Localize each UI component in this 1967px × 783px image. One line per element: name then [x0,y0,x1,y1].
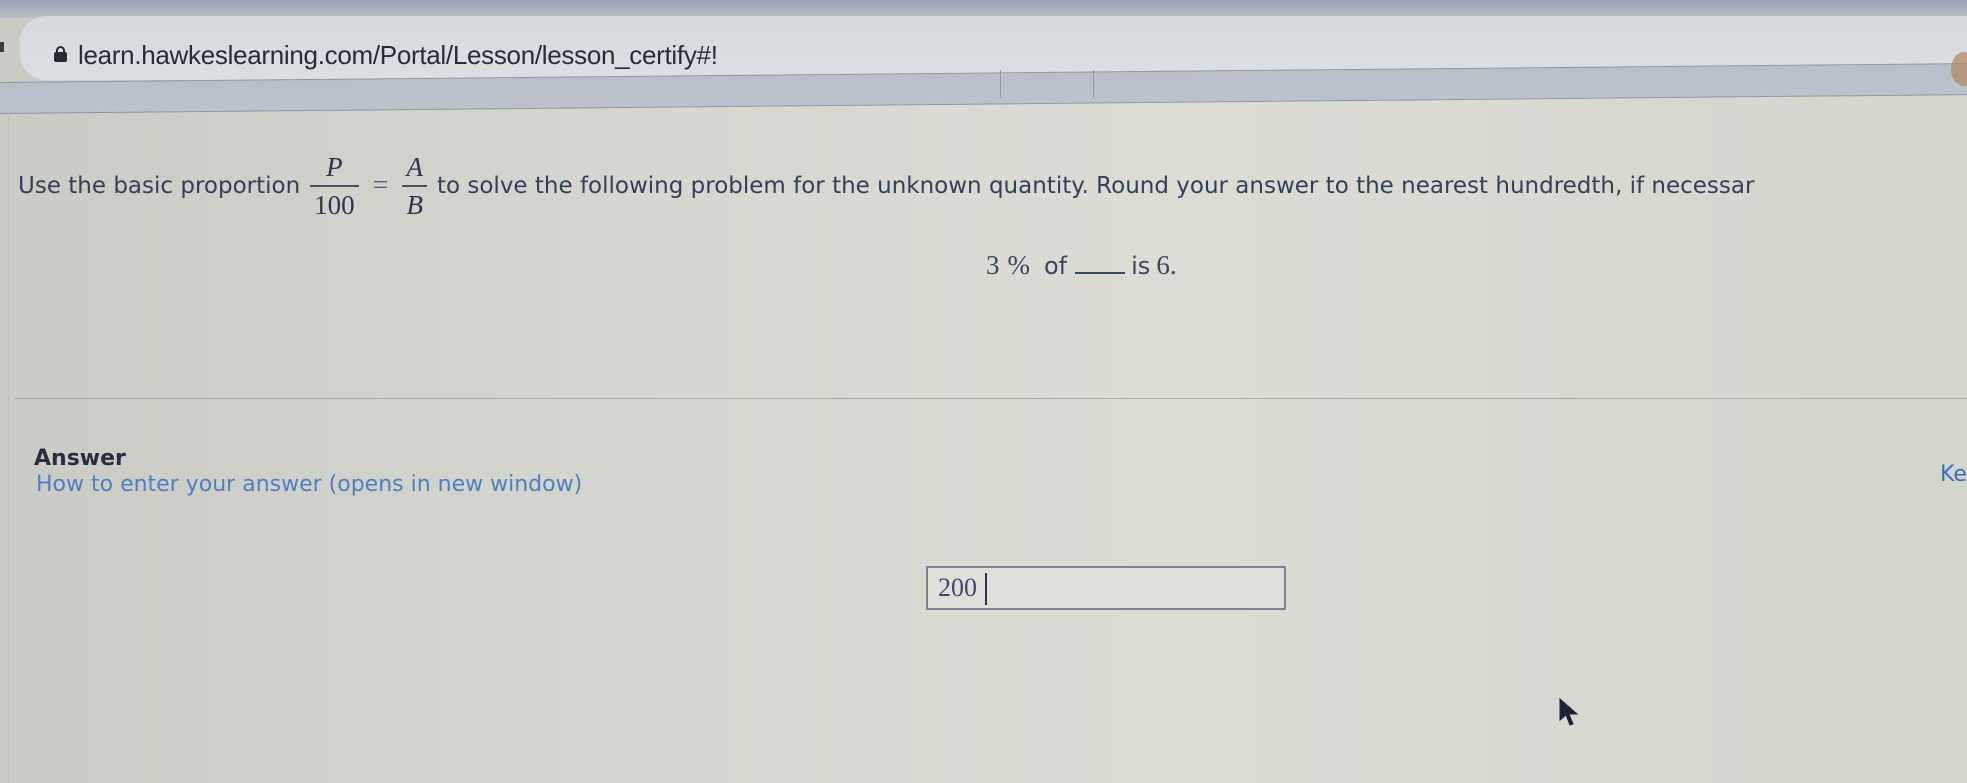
question-instructions: Use the basic proportion P 100 = A B to … [18,152,1754,220]
percent-sign: % [1007,250,1031,280]
url-text[interactable]: learn.hawkeslearning.com/Portal/Lesson/l… [78,40,718,71]
unknown-blank [1075,271,1126,274]
is-word: is [1131,252,1151,280]
bookmarks-divider [1093,70,1094,98]
content-left-border [8,112,9,783]
answer-input[interactable] [926,566,1286,610]
fraction-numerator: A [406,152,423,182]
equals-sign: = [372,170,389,201]
how-to-enter-answer-link[interactable]: How to enter your answer (opens in new w… [36,472,582,497]
of-word: of [1044,252,1068,280]
screen: learn.hawkeslearning.com/Portal/Lesson/l… [0,0,1967,783]
fraction-bar [402,185,427,187]
percent-value: 3 [986,250,1000,280]
lock-icon[interactable] [54,46,67,62]
answer-heading: Answer [34,446,126,471]
fraction-numerator: P [326,152,343,182]
mouse-pointer-icon [1559,698,1579,726]
bookmarks-divider [1000,70,1001,98]
fraction-a-over-b: A B [402,152,427,220]
window-edge-mark [0,42,4,52]
section-divider [14,398,1967,399]
fraction-denominator: 100 [314,190,355,220]
keypad-link[interactable]: Ke [1940,462,1967,487]
fraction-bar [310,185,359,187]
result-value: 6. [1156,250,1177,280]
fraction-denominator: B [406,190,423,220]
question-suffix: to solve the following problem for the u… [436,173,1755,199]
lesson-content: Use the basic proportion P 100 = A B to … [0,112,1967,783]
text-caret [985,573,987,605]
problem-statement: 3 % of is 6. [986,250,1177,281]
question-prefix: Use the basic proportion [18,173,301,199]
fraction-p-over-100: P 100 [310,152,359,220]
